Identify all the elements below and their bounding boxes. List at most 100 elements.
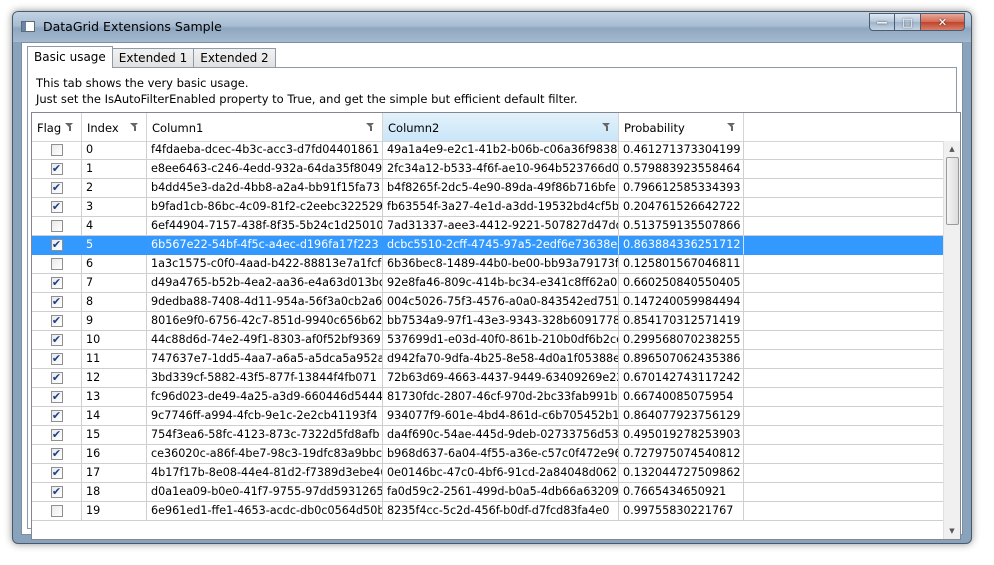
index-cell[interactable]: 17 [82,464,147,483]
index-cell[interactable]: 11 [82,350,147,369]
probability-cell[interactable]: 0.896507062435386 [619,350,744,369]
column-header-probability[interactable]: Probability [619,113,744,141]
table-row[interactable]: 19 6e961ed1-ffe1-4653-acdc-db0c0564d50b 82… [32,502,945,521]
index-cell[interactable]: 15 [82,426,147,445]
checkbox-checked[interactable]: ✔ [50,334,63,346]
column-header-flag[interactable]: Flag [32,113,82,141]
index-cell[interactable]: 2 [82,179,147,198]
column1-cell[interactable]: 1a3c1575-c0f0-4aad-b422-88813e7a1fcf [147,255,383,274]
checkbox-checked[interactable]: ✔ [50,163,63,175]
column1-cell[interactable]: d49a4765-b52b-4ea2-aa36-e4a63d013bdb [147,274,383,293]
column1-cell[interactable]: 4b17f17b-8e08-44e4-81d2-f7389d3ebe46 [147,464,383,483]
column2-cell[interactable]: d942fa70-9dfa-4b25-8e58-4d0a1f05388e [383,350,619,369]
probability-cell[interactable]: 0.147240059984494 [619,293,744,312]
close-button[interactable]: ✕ [921,13,965,31]
scroll-down-button[interactable]: ▼ [944,523,960,539]
checkbox-checked[interactable]: ✔ [50,353,63,365]
title-bar[interactable]: DataGrid Extensions Sample — □ ✕ [13,12,971,42]
table-row[interactable]: 0 f4fdaeba-dcec-4b3c-acc3-d7fd04401861 49a… [32,141,945,160]
column2-cell[interactable]: 537699d1-e03d-40f0-861b-210b0df6b2cc [383,331,619,350]
filter-icon[interactable] [65,123,74,131]
table-row[interactable]: ✔ 14 9c7746ff-a994-4fcb-9e1c-2e2cb41193f4 9… [32,407,945,426]
column2-cell[interactable]: 8235f4cc-5c2d-456f-b0df-d7fcd83fa4e0 [383,502,619,521]
column2-cell[interactable]: 72b63d69-4663-4437-9449-63409269e226 [383,369,619,388]
table-row[interactable]: ✔ 8 9dedba88-7408-4d11-954a-56f3a0cb2a6b 00… [32,293,945,312]
table-row[interactable]: ✔ 10 44c88d6d-74e2-49f1-8303-af0f52bf9369 5… [32,331,945,350]
index-cell[interactable]: 19 [82,502,147,521]
column2-cell[interactable]: 004c5026-75f3-4576-a0a0-843542ed7516 [383,293,619,312]
probability-cell[interactable]: 0.727975074540812 [619,445,744,464]
probability-cell[interactable]: 0.66740085075954 [619,388,744,407]
probability-cell[interactable]: 0.125801567046811 [619,255,744,274]
column1-cell[interactable]: ce36020c-a86f-4be7-98c3-19dfc83a9bbc [147,445,383,464]
filter-icon[interactable] [727,123,736,131]
index-cell[interactable]: 13 [82,388,147,407]
checkbox-checked[interactable]: ✔ [50,410,63,422]
column1-cell[interactable]: 44c88d6d-74e2-49f1-8303-af0f52bf9369 [147,331,383,350]
column1-cell[interactable]: 6b567e22-54bf-4f5c-a4ec-d196fa17f223 [147,236,383,255]
probability-cell[interactable]: 0.299568070238255 [619,331,744,350]
probability-cell[interactable]: 0.796612585334393 [619,179,744,198]
probability-cell[interactable]: 0.513759135507866 [619,217,744,236]
column2-cell[interactable]: 6b36bec8-1489-44b0-be00-bb93a79173fb [383,255,619,274]
table-row[interactable]: ✔ 16 ce36020c-a86f-4be7-98c3-19dfc83a9bbc b… [32,445,945,464]
maximize-button[interactable]: □ [895,13,921,31]
index-cell[interactable]: 14 [82,407,147,426]
table-row[interactable]: ✔ 3 b9fad1cb-86bc-4c09-81f2-c2eebc322529 fb… [32,198,945,217]
column1-cell[interactable]: f4fdaeba-dcec-4b3c-acc3-d7fd04401861 [147,141,383,160]
column2-cell[interactable]: bb7534a9-97f1-43e3-9343-328b60917782 [383,312,619,331]
column1-cell[interactable]: 9c7746ff-a994-4fcb-9e1c-2e2cb41193f4 [147,407,383,426]
column2-cell[interactable]: 49a1a4e9-e2c1-41b2-b06b-c06a36f9838a [383,141,619,160]
column2-cell[interactable]: 81730fdc-2807-46cf-970d-2bc33fab991b [383,388,619,407]
column1-cell[interactable]: d0a1ea09-b0e0-41f7-9755-97dd5931265b [147,483,383,502]
column2-cell[interactable]: 934077f9-601e-4bd4-861d-c6b705452b19 [383,407,619,426]
filter-icon[interactable] [602,123,611,131]
probability-cell[interactable]: 0.854170312571419 [619,312,744,331]
column-header-column1[interactable]: Column1 [147,113,383,141]
index-cell[interactable]: 9 [82,312,147,331]
column2-cell[interactable]: 2fc34a12-b533-4f6f-ae10-964b523766d0 [383,160,619,179]
column2-cell[interactable]: b4f8265f-2dc5-4e90-89da-49f86b716bfe [383,179,619,198]
checkbox-checked[interactable]: ✔ [50,239,63,251]
probability-cell[interactable]: 0.863884336251712 [619,236,744,255]
index-cell[interactable]: 10 [82,331,147,350]
probability-cell[interactable]: 0.132044727509862 [619,464,744,483]
index-cell[interactable]: 8 [82,293,147,312]
checkbox-unchecked[interactable] [50,258,63,270]
column2-cell[interactable]: fa0d59c2-2561-499d-b0a5-4db66a632094 [383,483,619,502]
column1-cell[interactable]: 6e961ed1-ffe1-4653-acdc-db0c0564d50b [147,502,383,521]
table-row[interactable]: ✔ 7 d49a4765-b52b-4ea2-aa36-e4a63d013bdb 92… [32,274,945,293]
column2-cell[interactable]: da4f690c-54ae-445d-9deb-02733756d531 [383,426,619,445]
minimize-button[interactable]: — [869,13,895,31]
checkbox-unchecked[interactable] [50,220,63,232]
table-row[interactable]: ✔ 18 d0a1ea09-b0e0-41f7-9755-97dd5931265b f… [32,483,945,502]
table-row[interactable]: 6 1a3c1575-c0f0-4aad-b422-88813e7a1fcf 6b3… [32,255,945,274]
vertical-scrollbar[interactable]: ▲ ▼ [943,141,960,539]
checkbox-checked[interactable]: ✔ [50,315,63,327]
index-cell[interactable]: 4 [82,217,147,236]
scroll-up-button[interactable]: ▲ [944,141,960,157]
probability-cell[interactable]: 0.7665434650921 [619,483,744,502]
checkbox-checked[interactable]: ✔ [50,296,63,308]
checkbox-checked[interactable]: ✔ [50,182,63,194]
index-cell[interactable]: 6 [82,255,147,274]
column1-cell[interactable]: e8ee6463-c246-4edd-932a-64da35f8049d [147,160,383,179]
index-cell[interactable]: 7 [82,274,147,293]
table-row[interactable]: ✔ 11 747637e7-1dd5-4aa7-a6a5-a5dca5a952a3 d… [32,350,945,369]
table-row[interactable]: ✔ 5 6b567e22-54bf-4f5c-a4ec-d196fa17f223 dc… [32,236,945,255]
column-header-index[interactable]: Index [82,113,147,141]
column1-cell[interactable]: b9fad1cb-86bc-4c09-81f2-c2eebc322529 [147,198,383,217]
table-row[interactable]: ✔ 2 b4dd45e3-da2d-4bb8-a2a4-bb91f15fa73 b4f… [32,179,945,198]
checkbox-unchecked[interactable] [50,505,63,517]
column-header-column2[interactable]: Column2 [383,113,619,141]
index-cell[interactable]: 0 [82,141,147,160]
column1-cell[interactable]: 747637e7-1dd5-4aa7-a6a5-a5dca5a952a3 [147,350,383,369]
probability-cell[interactable]: 0.461271373304199 [619,141,744,160]
checkbox-checked[interactable]: ✔ [50,201,63,213]
scroll-thumb[interactable] [946,157,959,225]
column1-cell[interactable]: 3bd339cf-5882-43f5-877f-13844f4fb071 [147,369,383,388]
column2-cell[interactable]: b968d637-6a04-4f55-a36e-c57c0f472e96 [383,445,619,464]
column1-cell[interactable]: b4dd45e3-da2d-4bb8-a2a4-bb91f15fa73 [147,179,383,198]
column1-cell[interactable]: 9dedba88-7408-4d11-954a-56f3a0cb2a6b [147,293,383,312]
probability-cell[interactable]: 0.495019278253903 [619,426,744,445]
